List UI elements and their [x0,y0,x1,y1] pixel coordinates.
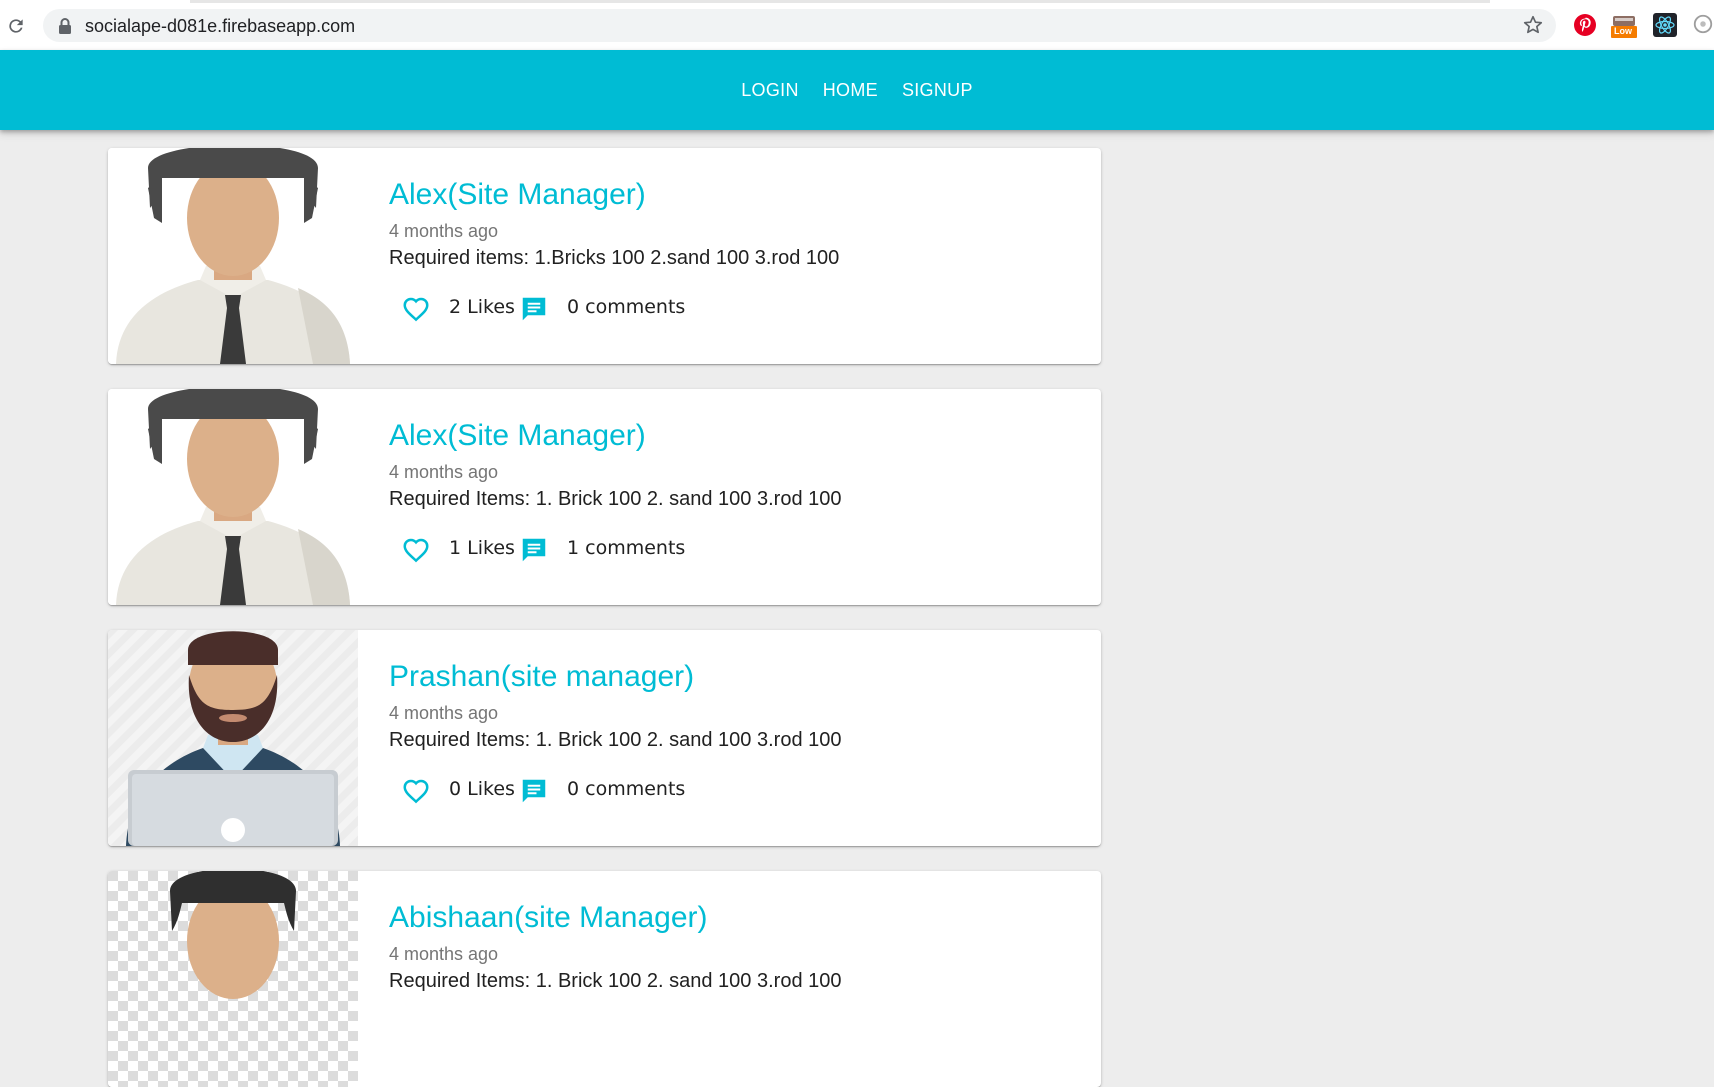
user-avatar[interactable] [108,389,358,605]
user-avatar[interactable] [108,871,358,1087]
post-timestamp: 4 months ago [389,944,499,964]
likes-count: 0 Likes [449,778,515,800]
comment-icon[interactable] [519,535,549,565]
post-actions: 0 Likes 0 comments [389,772,1069,808]
heart-icon[interactable] [401,535,431,565]
url-text: socialape-d081e.firebaseapp.com [85,16,356,36]
comments-count: 0 comments [567,296,686,318]
extension-icon[interactable] [1692,13,1714,39]
post-content: Alex(Site Manager) 4 months ago Required… [389,148,1089,364]
reload-icon[interactable] [4,14,28,38]
post-card: Alex(Site Manager) 4 months ago Required… [108,389,1101,605]
bookmark-star-icon[interactable] [1522,14,1544,36]
pinterest-icon[interactable] [1573,13,1599,39]
tab-strip-edge [190,0,1490,3]
post-content: Prashan(site manager) 4 months ago Requi… [389,630,1089,846]
post-timestamp: 4 months ago [389,703,499,723]
lock-icon [58,17,74,35]
heart-icon[interactable] [401,294,431,324]
post-card: Alex(Site Manager) 4 months ago Required… [108,148,1101,364]
post-body: Required Items: 1. Brick 100 2. sand 100… [389,488,842,510]
heart-icon[interactable] [401,776,431,806]
app-navbar: LOGIN HOME SIGNUP [0,50,1714,130]
low-badge-text: Low [1614,26,1632,36]
likes-count: 2 Likes [449,296,515,318]
comments-count: 1 comments [567,537,686,559]
post-body: Required Items: 1. Brick 100 2. sand 100… [389,729,842,751]
post-actions: 2 Likes 0 comments [389,290,1069,326]
low-badge-icon[interactable]: Low [1611,13,1637,39]
post-card: Prashan(site manager) 4 months ago Requi… [108,630,1101,846]
address-bar[interactable]: socialape-d081e.firebaseapp.com [43,9,1556,42]
comment-icon[interactable] [519,294,549,324]
signup-link[interactable]: SIGNUP [890,72,985,109]
nav-links: LOGIN HOME SIGNUP [0,50,1714,130]
post-author-link[interactable]: Alex(Site Manager) [389,178,646,212]
post-actions: 1 Likes 1 comments [389,531,1069,567]
browser-toolbar: socialape-d081e.firebaseapp.com Low [0,0,1714,50]
post-card: Abishaan(site Manager) 4 months ago Requ… [108,871,1101,1087]
comment-icon[interactable] [519,776,549,806]
post-body: Required items: 1.Bricks 100 2.sand 100 … [389,247,840,269]
react-devtools-icon[interactable] [1653,13,1679,39]
user-avatar[interactable] [108,148,358,364]
login-link[interactable]: LOGIN [729,72,811,109]
post-content: Alex(Site Manager) 4 months ago Required… [389,389,1089,605]
user-avatar[interactable] [108,630,358,846]
post-content: Abishaan(site Manager) 4 months ago Requ… [389,871,1089,1087]
post-author-link[interactable]: Abishaan(site Manager) [389,901,708,935]
post-timestamp: 4 months ago [389,221,499,241]
post-timestamp: 4 months ago [389,462,499,482]
home-link[interactable]: HOME [811,72,890,109]
post-author-link[interactable]: Alex(Site Manager) [389,419,646,453]
post-author-link[interactable]: Prashan(site manager) [389,660,694,694]
comments-count: 0 comments [567,778,686,800]
likes-count: 1 Likes [449,537,515,559]
